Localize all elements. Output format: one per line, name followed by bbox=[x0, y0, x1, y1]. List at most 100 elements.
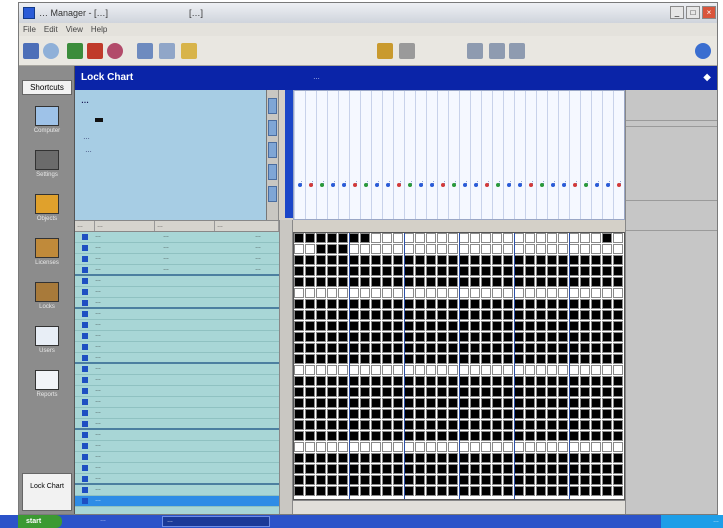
matrix-cell[interactable] bbox=[580, 475, 590, 485]
matrix-cell[interactable] bbox=[393, 266, 403, 276]
matrix-cell[interactable] bbox=[338, 354, 348, 364]
matrix-cell[interactable] bbox=[580, 244, 590, 254]
matrix-cell[interactable] bbox=[448, 255, 458, 265]
matrix-cell[interactable] bbox=[327, 321, 337, 331]
matrix-cell[interactable] bbox=[338, 277, 348, 287]
matrix-cell[interactable] bbox=[426, 442, 436, 452]
matrix-cell[interactable] bbox=[558, 277, 568, 287]
matrix-cell[interactable] bbox=[426, 354, 436, 364]
matrix-cell[interactable] bbox=[459, 409, 469, 419]
matrix-cell[interactable] bbox=[558, 244, 568, 254]
matrix-cell[interactable] bbox=[448, 332, 458, 342]
matrix-cell[interactable] bbox=[393, 398, 403, 408]
matrix-cell[interactable] bbox=[558, 332, 568, 342]
table-row[interactable]: … bbox=[75, 353, 279, 364]
matrix-cell[interactable] bbox=[470, 277, 480, 287]
matrix-cell[interactable] bbox=[426, 387, 436, 397]
matrix-cell[interactable] bbox=[327, 486, 337, 496]
matrix-cell[interactable] bbox=[448, 266, 458, 276]
matrix-cell[interactable] bbox=[437, 310, 447, 320]
matrix-cell[interactable] bbox=[393, 299, 403, 309]
matrix-cell[interactable] bbox=[349, 354, 359, 364]
matrix-cell[interactable] bbox=[602, 233, 612, 243]
matrix-cell[interactable] bbox=[580, 486, 590, 496]
matrix-cell[interactable] bbox=[437, 486, 447, 496]
matrix-cell[interactable] bbox=[580, 431, 590, 441]
matrix-cell[interactable] bbox=[338, 244, 348, 254]
module-column[interactable]: … bbox=[580, 91, 591, 219]
matrix-cell[interactable] bbox=[525, 442, 535, 452]
matrix-cell[interactable] bbox=[613, 233, 623, 243]
matrix-cell[interactable] bbox=[393, 332, 403, 342]
matrix-cell[interactable] bbox=[481, 255, 491, 265]
matrix-cell[interactable] bbox=[448, 464, 458, 474]
matrix-cell[interactable] bbox=[503, 288, 513, 298]
matrix-cell[interactable] bbox=[514, 475, 524, 485]
matrix-cell[interactable] bbox=[316, 277, 326, 287]
matrix-cell[interactable] bbox=[305, 321, 315, 331]
matrix-cell[interactable] bbox=[437, 255, 447, 265]
matrix-cell[interactable] bbox=[514, 332, 524, 342]
matrix-cell[interactable] bbox=[580, 365, 590, 375]
minimize-button[interactable]: _ bbox=[670, 6, 684, 19]
matrix-cell[interactable] bbox=[437, 233, 447, 243]
matrix-cell[interactable] bbox=[470, 244, 480, 254]
matrix-cell[interactable] bbox=[448, 365, 458, 375]
matrix-cell[interactable] bbox=[382, 244, 392, 254]
matrix-cell[interactable] bbox=[338, 398, 348, 408]
matrix-cell[interactable] bbox=[426, 332, 436, 342]
matrix-cell[interactable] bbox=[371, 409, 381, 419]
matrix-cell[interactable] bbox=[536, 233, 546, 243]
matrix-cell[interactable] bbox=[404, 332, 414, 342]
matrix-cell[interactable] bbox=[371, 321, 381, 331]
matrix-cell[interactable] bbox=[294, 486, 304, 496]
matrix-cell[interactable] bbox=[338, 376, 348, 386]
matrix-cell[interactable] bbox=[580, 376, 590, 386]
matrix-cell[interactable] bbox=[360, 277, 370, 287]
matrix-cell[interactable] bbox=[514, 310, 524, 320]
matrix-cell[interactable] bbox=[525, 453, 535, 463]
matrix-cell[interactable] bbox=[514, 277, 524, 287]
matrix-cell[interactable] bbox=[470, 299, 480, 309]
matrix-cell[interactable] bbox=[602, 244, 612, 254]
matrix-cell[interactable] bbox=[481, 409, 491, 419]
matrix-cell[interactable] bbox=[503, 233, 513, 243]
matrix-cell[interactable] bbox=[360, 321, 370, 331]
matrix-cell[interactable] bbox=[371, 299, 381, 309]
matrix-cell[interactable] bbox=[536, 332, 546, 342]
matrix-cell[interactable] bbox=[558, 376, 568, 386]
matrix-cell[interactable] bbox=[415, 464, 425, 474]
matrix-cell[interactable] bbox=[525, 354, 535, 364]
matrix-cell[interactable] bbox=[294, 398, 304, 408]
matrix-cell[interactable] bbox=[459, 442, 469, 452]
matrix-cell[interactable] bbox=[569, 486, 579, 496]
matrix-cell[interactable] bbox=[580, 332, 590, 342]
matrix-cell[interactable] bbox=[525, 288, 535, 298]
matrix-cell[interactable] bbox=[448, 233, 458, 243]
matrix-cell[interactable] bbox=[503, 299, 513, 309]
matrix-cell[interactable] bbox=[613, 365, 623, 375]
matrix-cell[interactable] bbox=[514, 233, 524, 243]
matrix-cell[interactable] bbox=[437, 387, 447, 397]
matrix-cell[interactable] bbox=[602, 387, 612, 397]
matrix-cell[interactable] bbox=[437, 453, 447, 463]
matrix-cell[interactable] bbox=[492, 354, 502, 364]
matrix-cell[interactable] bbox=[349, 453, 359, 463]
matrix-cell[interactable] bbox=[338, 486, 348, 496]
matrix-cell[interactable] bbox=[591, 486, 601, 496]
table-row[interactable]: … bbox=[75, 309, 279, 320]
matrix-cell[interactable] bbox=[503, 266, 513, 276]
matrix-cell[interactable] bbox=[481, 332, 491, 342]
matrix-cell[interactable] bbox=[547, 233, 557, 243]
matrix-cell[interactable] bbox=[426, 288, 436, 298]
matrix-cell[interactable] bbox=[481, 431, 491, 441]
matrix-cell[interactable] bbox=[525, 244, 535, 254]
menu-help[interactable]: Help bbox=[91, 25, 107, 34]
matrix-cell[interactable] bbox=[426, 475, 436, 485]
matrix-cell[interactable] bbox=[503, 431, 513, 441]
matrix-cell[interactable] bbox=[393, 453, 403, 463]
menu-view[interactable]: View bbox=[66, 25, 83, 34]
side-tool-1[interactable] bbox=[268, 98, 277, 114]
table-row[interactable]: … bbox=[75, 397, 279, 408]
matrix-cell[interactable] bbox=[580, 387, 590, 397]
